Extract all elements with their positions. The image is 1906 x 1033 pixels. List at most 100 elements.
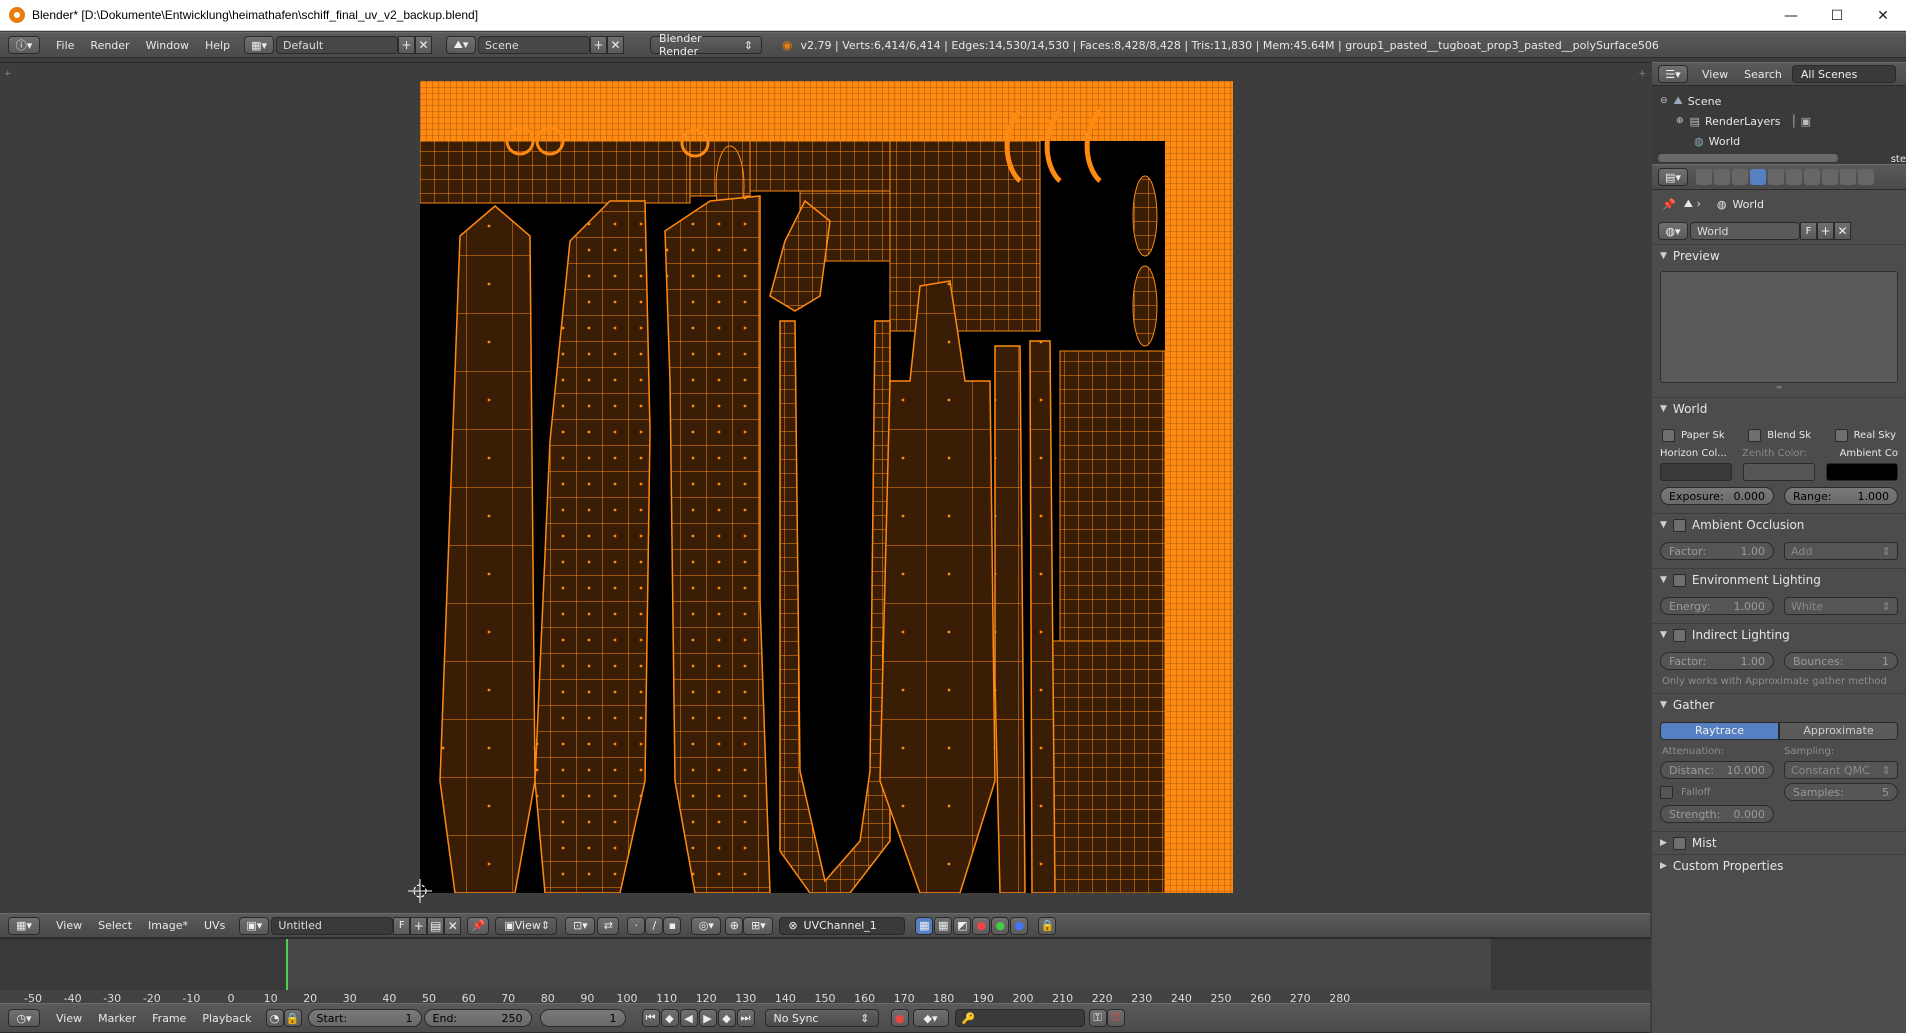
preview-range-button[interactable]: ◔ bbox=[265, 1009, 284, 1027]
renderlayers-tab-icon[interactable] bbox=[1714, 169, 1730, 185]
timeline-ruler[interactable]: -50 -40 -30 -20 -10 0 10 20 30 40 50 60 70 80 90 100 110… bbox=[0, 990, 1650, 1005]
mist-enable-checkbox[interactable] bbox=[1672, 836, 1686, 850]
custom-props-panel-header[interactable]: ▶ Custom Properties bbox=[1652, 855, 1906, 877]
add-scene-button[interactable]: + bbox=[590, 36, 608, 54]
gather-samples-field[interactable]: Samples: 5 bbox=[1784, 783, 1898, 801]
current-frame-field[interactable]: 1 bbox=[539, 1009, 626, 1027]
jump-start-icon[interactable]: ⏮ bbox=[641, 1009, 660, 1027]
mist-panel-header[interactable]: ▶ Mist bbox=[1652, 832, 1906, 854]
outliner-row-world[interactable]: ◍ World bbox=[1652, 131, 1906, 151]
jump-keyframe-forward-icon[interactable]: ◆ bbox=[717, 1009, 736, 1027]
world-browse-button[interactable]: ◍▾ bbox=[1658, 222, 1688, 240]
gather-raytrace-tab[interactable]: Raytrace bbox=[1660, 722, 1779, 740]
pivot-button[interactable]: ⊡▾ bbox=[565, 916, 596, 935]
horizon-color-swatch[interactable] bbox=[1660, 463, 1732, 481]
editor-type-timeline-button[interactable]: ◷▾ bbox=[8, 1009, 40, 1027]
ambient-color-swatch[interactable] bbox=[1826, 463, 1898, 481]
zenith-color-swatch[interactable] bbox=[1743, 463, 1815, 481]
ao-factor-field[interactable]: Factor: 1.00 bbox=[1660, 542, 1774, 560]
image-name-field[interactable]: Untitled bbox=[271, 916, 394, 935]
record-icon[interactable]: ● bbox=[890, 1009, 909, 1027]
checkbox-box[interactable] bbox=[1834, 428, 1848, 442]
env-color-select[interactable]: White ⇕ bbox=[1784, 597, 1898, 615]
outliner-menu-view[interactable]: View bbox=[1694, 68, 1736, 81]
editor-type-uv-button[interactable]: ▦▾ bbox=[8, 916, 40, 935]
menu-render[interactable]: Render bbox=[82, 39, 137, 52]
delete-keyframe-icon[interactable]: ⚿ bbox=[1106, 1009, 1125, 1027]
timeline-menu-playback[interactable]: Playback bbox=[194, 1012, 259, 1025]
timeline-playhead[interactable] bbox=[286, 939, 288, 990]
unlink-world-button[interactable]: ✕ bbox=[1834, 222, 1851, 240]
uv-menu-view[interactable]: View bbox=[48, 919, 90, 932]
blend-sky-checkbox[interactable]: Blend Sk bbox=[1748, 426, 1811, 444]
jump-keyframe-back-icon[interactable]: ◆ bbox=[660, 1009, 679, 1027]
area-split-corner-icon-right[interactable]: + bbox=[1638, 69, 1646, 79]
new-image-button[interactable]: + bbox=[410, 916, 428, 935]
uv-menu-select[interactable]: Select bbox=[90, 919, 140, 932]
checkbox-box[interactable] bbox=[1660, 785, 1673, 799]
gather-distance-field[interactable]: Distanc: 10.000 bbox=[1660, 761, 1774, 779]
pin-icon[interactable]: 📌 bbox=[1662, 198, 1676, 211]
open-image-button[interactable]: ▤ bbox=[427, 916, 445, 935]
scene-name-field[interactable]: Scene bbox=[478, 36, 591, 54]
env-panel-header[interactable]: ▼ Environment Lighting bbox=[1652, 569, 1906, 591]
keying-set-field[interactable]: 🔑 bbox=[954, 1009, 1085, 1027]
remove-scene-button[interactable]: ✕ bbox=[607, 36, 625, 54]
preview-resize-handle[interactable]: ═ bbox=[1652, 383, 1906, 397]
area-split-corner-icon[interactable]: + bbox=[4, 69, 12, 79]
indirect-bounces-field[interactable]: Bounces: 1 bbox=[1784, 652, 1898, 670]
add-layout-button[interactable]: + bbox=[398, 36, 416, 54]
uv-map-select[interactable]: ⊗ UVChannel_1 bbox=[779, 916, 906, 935]
exposure-field[interactable]: Exposure: 0.000 bbox=[1660, 487, 1774, 505]
gather-strength-field[interactable]: Strength: 0.000 bbox=[1660, 805, 1774, 823]
editor-type-info-button[interactable]: ⓘ▾ bbox=[8, 36, 40, 54]
sync-selection-button[interactable]: ⇄ bbox=[597, 916, 620, 935]
timeline-menu-frame[interactable]: Frame bbox=[144, 1012, 194, 1025]
menu-help[interactable]: Help bbox=[197, 39, 238, 52]
render-engine-select[interactable]: Blender Render ⇕ bbox=[650, 32, 763, 58]
gather-approximate-tab[interactable]: Approximate bbox=[1779, 722, 1898, 740]
keying-set-icon[interactable]: ◆▾ bbox=[912, 1009, 949, 1027]
gather-panel-header[interactable]: ▼ Gather bbox=[1652, 694, 1906, 716]
start-frame-field[interactable]: Start: 1 bbox=[307, 1009, 422, 1027]
layout-icon[interactable]: ▦▾ bbox=[244, 36, 275, 54]
face-select-button[interactable]: ▪ bbox=[663, 916, 682, 935]
timeline-menu-marker[interactable]: Marker bbox=[90, 1012, 144, 1025]
snap-element-button[interactable]: ⊞▾ bbox=[743, 916, 774, 935]
timeline-menu-view[interactable]: View bbox=[48, 1012, 90, 1025]
indirect-panel-header[interactable]: ▼ Indirect Lighting bbox=[1652, 624, 1906, 646]
close-button[interactable]: ✕ bbox=[1860, 0, 1906, 31]
end-frame-field[interactable]: End: 250 bbox=[423, 1009, 532, 1027]
2d-cursor-icon[interactable] bbox=[408, 879, 432, 903]
paper-sky-checkbox[interactable]: Paper Sk bbox=[1662, 426, 1725, 444]
ao-panel-header[interactable]: ▼ Ambient Occlusion bbox=[1652, 514, 1906, 536]
proportional-edit-button[interactable]: ◎▾ bbox=[691, 916, 722, 935]
menu-window[interactable]: Window bbox=[138, 39, 197, 52]
preview-panel-header[interactable]: ▼ Preview bbox=[1652, 245, 1906, 267]
insert-keyframe-icon[interactable]: ⚿ bbox=[1088, 1009, 1107, 1027]
gather-sampling-select[interactable]: Constant QMC ⇕ bbox=[1784, 761, 1898, 779]
range-field[interactable]: Range: 1.000 bbox=[1784, 487, 1898, 505]
texture-tab-icon[interactable] bbox=[1858, 169, 1874, 185]
world-name-field[interactable]: World bbox=[1690, 222, 1800, 240]
object-tab-icon[interactable] bbox=[1768, 169, 1784, 185]
image-browse-button[interactable]: ▣▾ bbox=[239, 916, 270, 935]
checkbox-box[interactable] bbox=[1662, 428, 1675, 442]
pin-image-button[interactable]: 📌 bbox=[467, 916, 490, 935]
play-icon[interactable]: ▶ bbox=[698, 1009, 717, 1027]
outliner-menu-search[interactable]: Search bbox=[1736, 68, 1790, 81]
render-tab-icon[interactable] bbox=[1696, 169, 1712, 185]
checkbox-box[interactable] bbox=[1748, 428, 1762, 442]
ao-enable-checkbox[interactable] bbox=[1672, 518, 1686, 532]
display-blue-button[interactable]: ● bbox=[1010, 916, 1029, 935]
outliner-row-scene[interactable]: ⊖ ⛰ Scene bbox=[1652, 91, 1906, 111]
real-sky-checkbox[interactable]: Real Sky bbox=[1834, 426, 1896, 444]
scene-tab-icon[interactable] bbox=[1732, 169, 1748, 185]
lock-range-button[interactable]: 🔒 bbox=[283, 1009, 302, 1027]
world-tab-icon[interactable] bbox=[1750, 169, 1766, 185]
ao-blend-select[interactable]: Add ⇕ bbox=[1784, 542, 1898, 560]
maximize-button[interactable]: ☐ bbox=[1814, 0, 1860, 31]
vertex-select-button[interactable]: · bbox=[627, 916, 646, 935]
env-enable-checkbox[interactable] bbox=[1672, 573, 1686, 587]
menu-file[interactable]: File bbox=[48, 39, 82, 52]
